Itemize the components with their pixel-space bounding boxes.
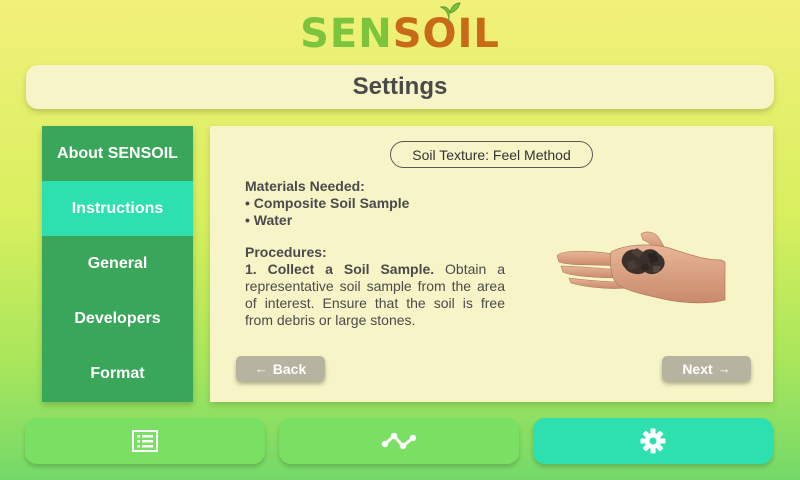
procedure-step: 1. Collect a Soil Sample. Obtain a repre… [245, 261, 505, 329]
next-button[interactable]: Next → [662, 356, 751, 381]
bottom-nav-graph-button[interactable] [279, 418, 519, 464]
back-button-label: Back [272, 360, 307, 377]
materials-heading: Materials Needed: [245, 178, 365, 194]
logo-text-sen: SEN [300, 11, 393, 57]
list-icon [132, 430, 158, 452]
step-title: Collect a Soil Sample. [267, 261, 435, 277]
page-title: Settings [352, 73, 448, 100]
next-button-label: Next [682, 360, 713, 377]
settings-sidebar: About SENSOIL Instructions General Devel… [42, 126, 193, 402]
step-number: 1. [245, 261, 257, 277]
sprout-icon [439, 2, 461, 22]
app-logo: SENSO IL [0, 2, 800, 60]
graph-icon [381, 432, 417, 450]
sidebar-item-format[interactable]: Format [42, 346, 193, 401]
logo-text: SENSO IL [300, 2, 500, 57]
topic-badge: Soil Texture: Feel Method [390, 141, 593, 168]
material-item: • Composite Soil Sample [245, 195, 410, 211]
header-bar: Settings [26, 65, 774, 109]
instructions-text: Materials Needed: • Composite Soil Sampl… [245, 178, 505, 329]
material-item: • Water [245, 212, 293, 228]
bottom-nav-list-button[interactable] [25, 418, 265, 464]
procedures-heading: Procedures: [245, 244, 327, 260]
instructions-panel: Soil Texture: Feel Method Materials Need… [210, 126, 773, 402]
logo-text-il: IL [457, 11, 500, 57]
logo-text-s: S [392, 11, 423, 57]
sidebar-item-developers[interactable]: Developers [42, 291, 193, 346]
sidebar-item-about[interactable]: About SENSOIL [42, 126, 193, 181]
gear-icon [640, 428, 666, 454]
arrow-left-icon: ← [254, 361, 268, 376]
sidebar-item-instructions[interactable]: Instructions [42, 181, 193, 236]
logo-o: O [423, 2, 461, 54]
arrow-right-icon: → [717, 361, 731, 376]
hand-holding-soil-image [556, 231, 726, 304]
sidebar-item-general[interactable]: General [42, 236, 193, 291]
back-button[interactable]: ← Back [236, 356, 325, 381]
bottom-nav-settings-button[interactable] [533, 418, 773, 464]
